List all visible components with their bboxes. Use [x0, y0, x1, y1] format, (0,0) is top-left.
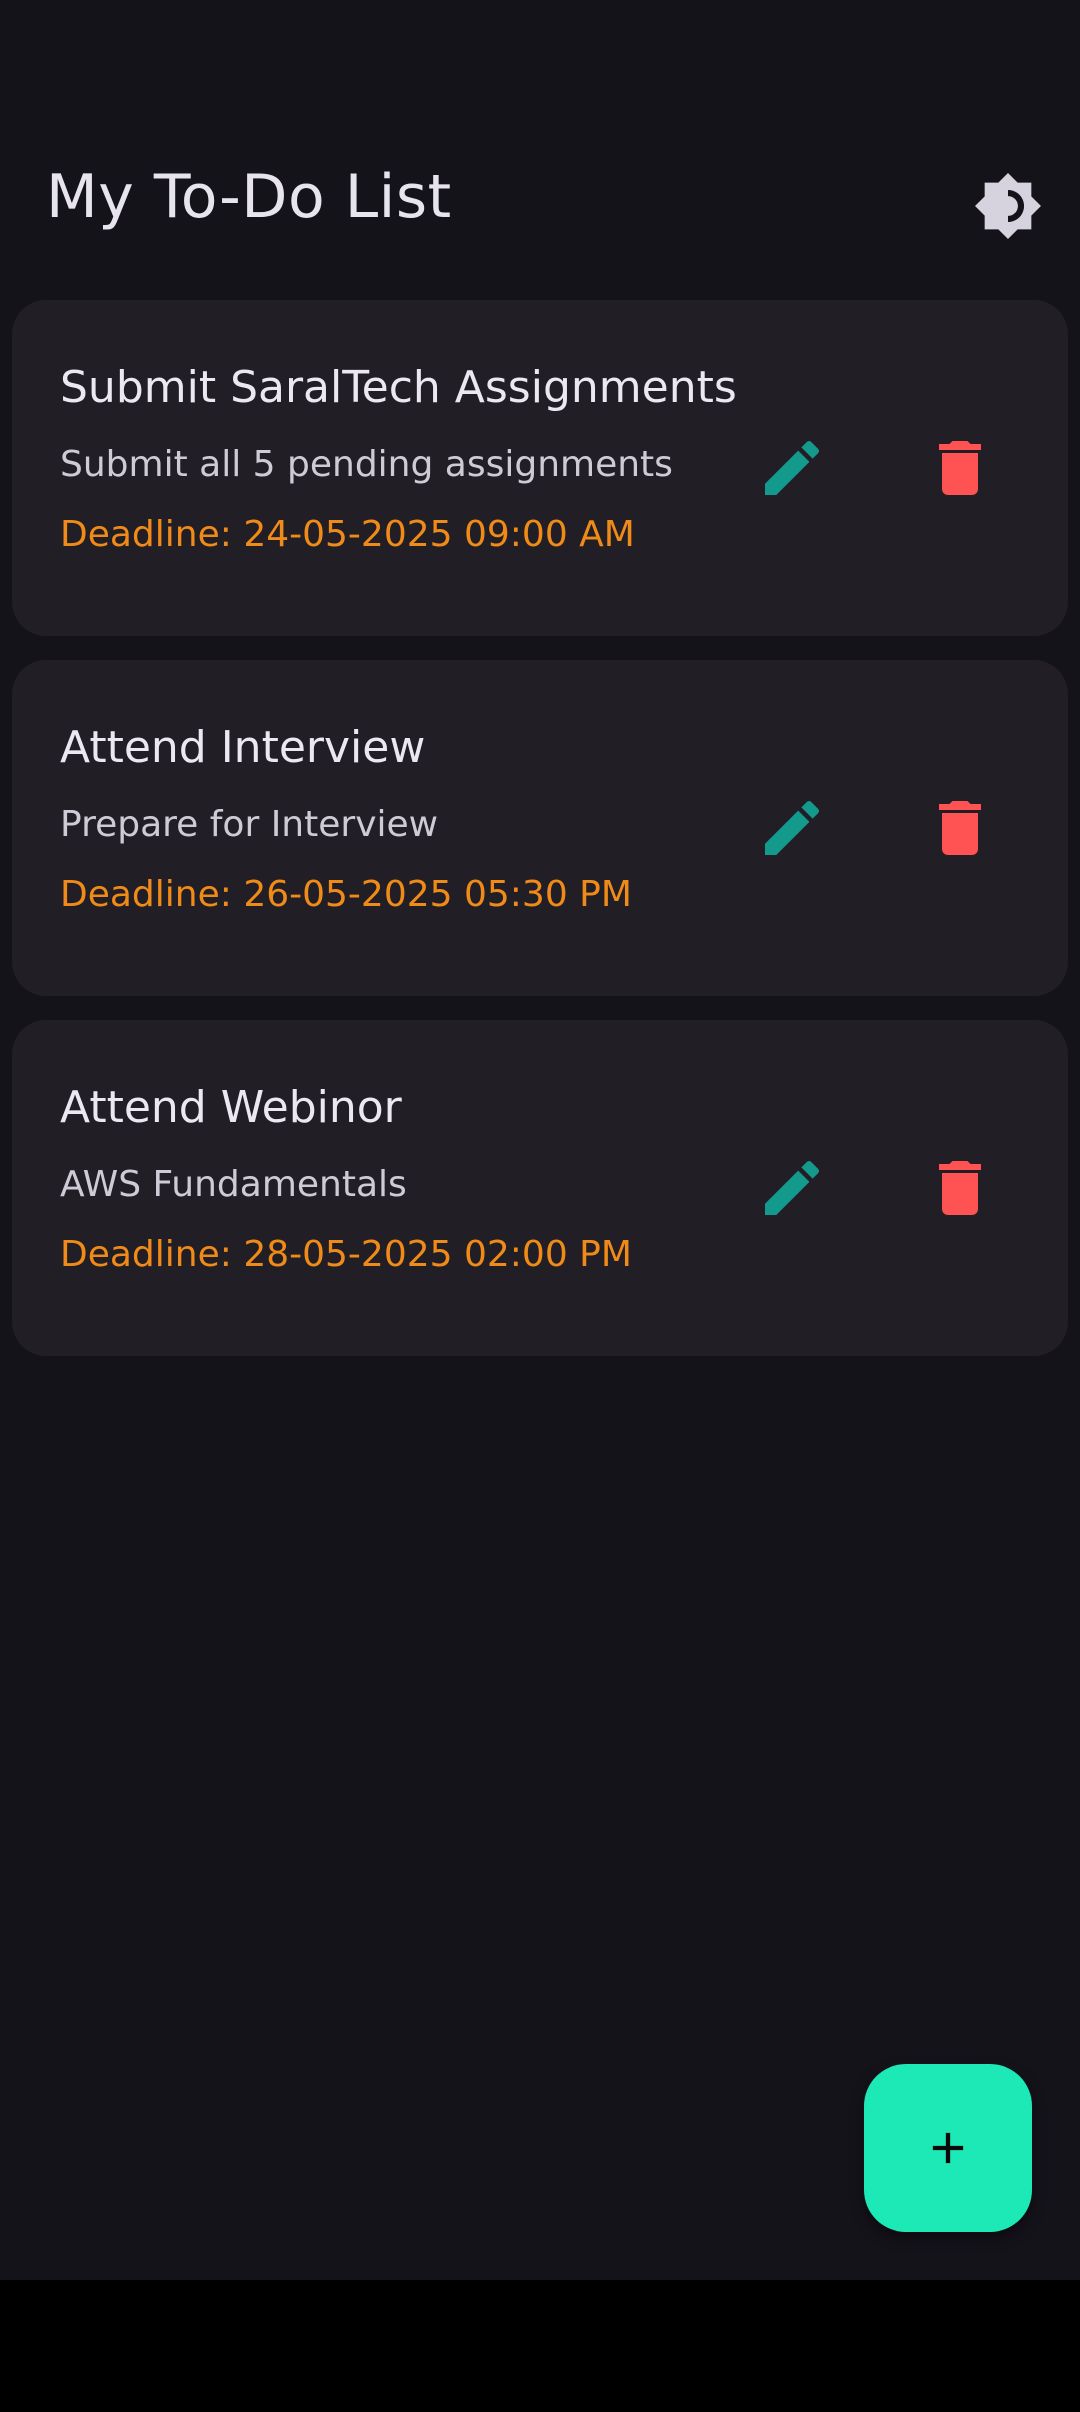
add-task-button[interactable]	[864, 2064, 1032, 2232]
task-card[interactable]: Attend Webinor AWS Fundamentals Deadline…	[12, 1020, 1068, 1356]
task-deadline: Deadline: 24-05-2025 09:00 AM	[60, 514, 635, 555]
task-deadline: Deadline: 28-05-2025 02:00 PM	[60, 1234, 632, 1275]
task-description: Submit all 5 pending assignments	[60, 444, 673, 485]
pencil-icon	[765, 1160, 820, 1215]
task-description: AWS Fundamentals	[60, 1164, 407, 1205]
edit-task-button[interactable]	[752, 1148, 832, 1228]
delete-task-button[interactable]	[920, 788, 1000, 868]
page-title: My To-Do List	[46, 162, 452, 232]
delete-task-button[interactable]	[920, 1148, 1000, 1228]
task-title: Attend Webinor	[60, 1082, 402, 1133]
plus-icon	[932, 2132, 964, 2164]
app-screen: My To-Do List Submit SaralTech Assignmen…	[0, 0, 1080, 2280]
pencil-icon	[765, 800, 820, 855]
task-title: Attend Interview	[60, 722, 426, 773]
pencil-icon	[765, 440, 820, 495]
task-title: Submit SaralTech Assignments	[60, 362, 737, 413]
system-navigation-bar	[0, 2280, 1080, 2412]
brightness-contrast-icon	[975, 173, 1041, 239]
edit-task-button[interactable]	[752, 428, 832, 508]
trash-icon	[939, 1161, 981, 1215]
app-header: My To-Do List	[0, 140, 1080, 260]
task-deadline: Deadline: 26-05-2025 05:30 PM	[60, 874, 632, 915]
trash-icon	[939, 801, 981, 855]
task-description: Prepare for Interview	[60, 804, 439, 845]
task-card[interactable]: Attend Interview Prepare for Interview D…	[12, 660, 1068, 996]
task-card[interactable]: Submit SaralTech Assignments Submit all …	[12, 300, 1068, 636]
edit-task-button[interactable]	[752, 788, 832, 868]
trash-icon	[939, 441, 981, 495]
delete-task-button[interactable]	[920, 428, 1000, 508]
theme-toggle-button[interactable]	[970, 168, 1046, 244]
